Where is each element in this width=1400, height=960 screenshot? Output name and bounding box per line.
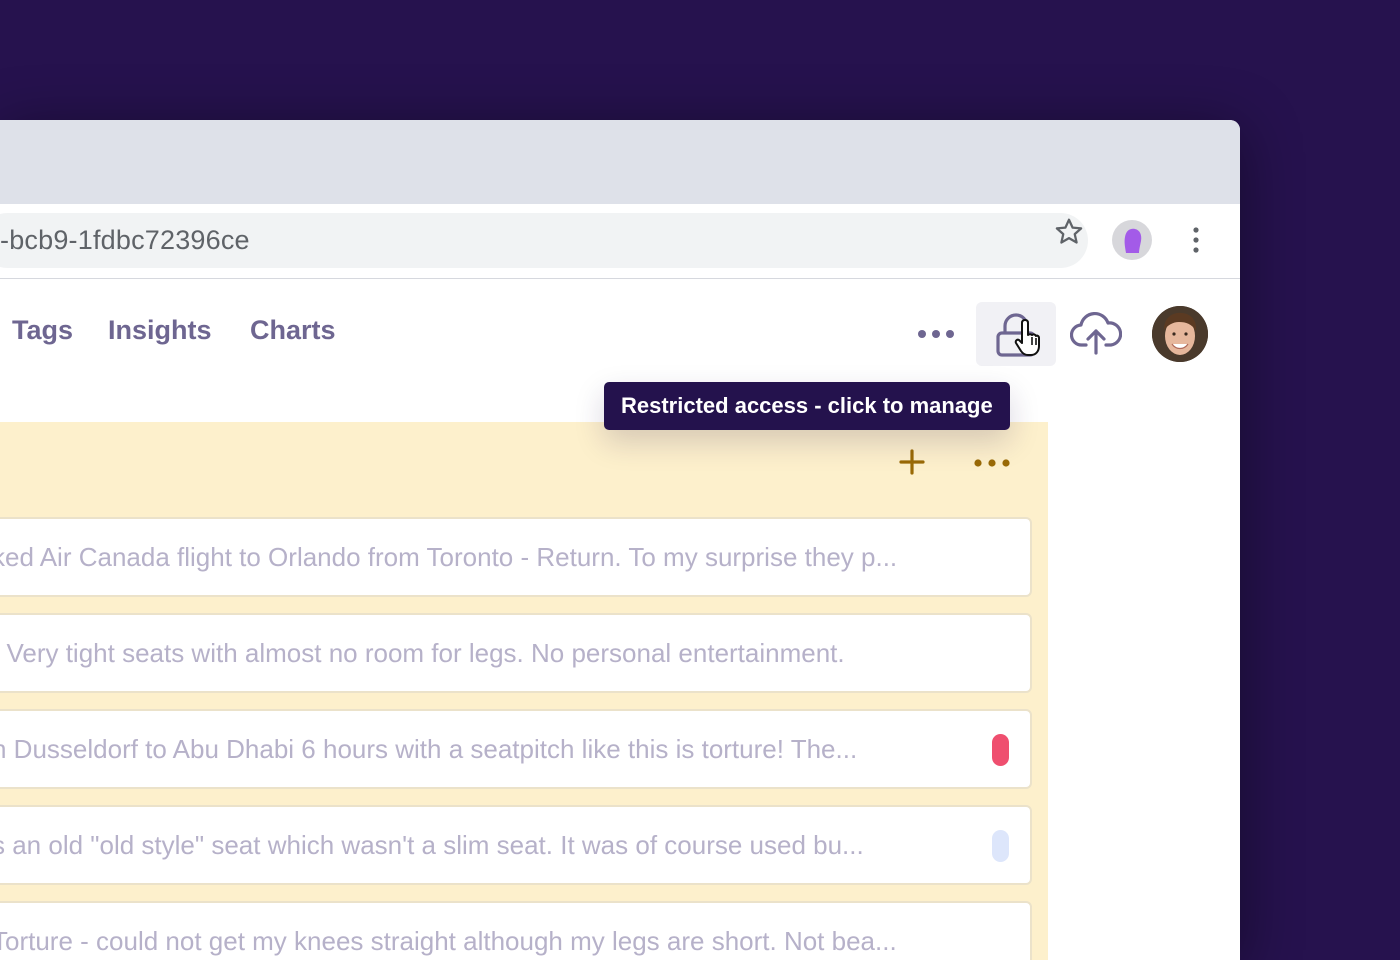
cloud-upload-icon[interactable] (1070, 309, 1122, 357)
app-content: Tags Insights Charts Restricted access -… (0, 279, 1240, 960)
browser-toolbar: -bcb9-1fdbc72396ce (0, 204, 1240, 279)
card-tag-indicator (992, 830, 1009, 862)
nav-link-insights[interactable]: Insights (108, 315, 212, 346)
profile-icon[interactable] (1112, 220, 1152, 260)
address-url[interactable]: -bcb9-1fdbc72396ce (0, 213, 250, 268)
card-item[interactable]: n Dusseldorf to Abu Dhabi 6 hours with a… (0, 709, 1032, 789)
plus-icon[interactable] (896, 446, 928, 478)
restricted-access-tooltip: Restricted access - click to manage (604, 382, 1010, 430)
card-text: t Very tight seats with almost no room f… (0, 638, 845, 668)
star-icon[interactable] (1053, 216, 1085, 248)
browser-window: -bcb9-1fdbc72396ce Tags Insights Charts (0, 120, 1240, 960)
card-item[interactable]: Torture - could not get my knees straigh… (0, 901, 1032, 960)
card-item[interactable]: ked Air Canada flight to Orlando from To… (0, 517, 1032, 597)
card-tag-indicator (992, 734, 1009, 766)
card-text: Torture - could not get my knees straigh… (0, 926, 897, 956)
card-text: s an old "old style" seat which wasn't a… (0, 830, 864, 860)
nav-link-charts[interactable]: Charts (250, 315, 336, 346)
card-text: ked Air Canada flight to Orlando from To… (0, 542, 898, 572)
user-avatar[interactable] (1152, 306, 1208, 362)
board-column: ked Air Canada flight to Orlando from To… (0, 422, 1048, 960)
nav-link-tags[interactable]: Tags (12, 315, 73, 346)
tab-strip (0, 120, 1240, 204)
more-horizontal-icon[interactable] (914, 317, 958, 351)
card-item[interactable]: t Very tight seats with almost no room f… (0, 613, 1032, 693)
more-horizontal-icon[interactable] (970, 448, 1014, 478)
card-item[interactable]: s an old "old style" seat which wasn't a… (0, 805, 1032, 885)
kebab-menu-icon[interactable] (1182, 222, 1210, 258)
address-bar[interactable]: -bcb9-1fdbc72396ce (0, 213, 1088, 268)
hand-pointer-icon (1014, 319, 1040, 356)
card-text: n Dusseldorf to Abu Dhabi 6 hours with a… (0, 734, 858, 764)
